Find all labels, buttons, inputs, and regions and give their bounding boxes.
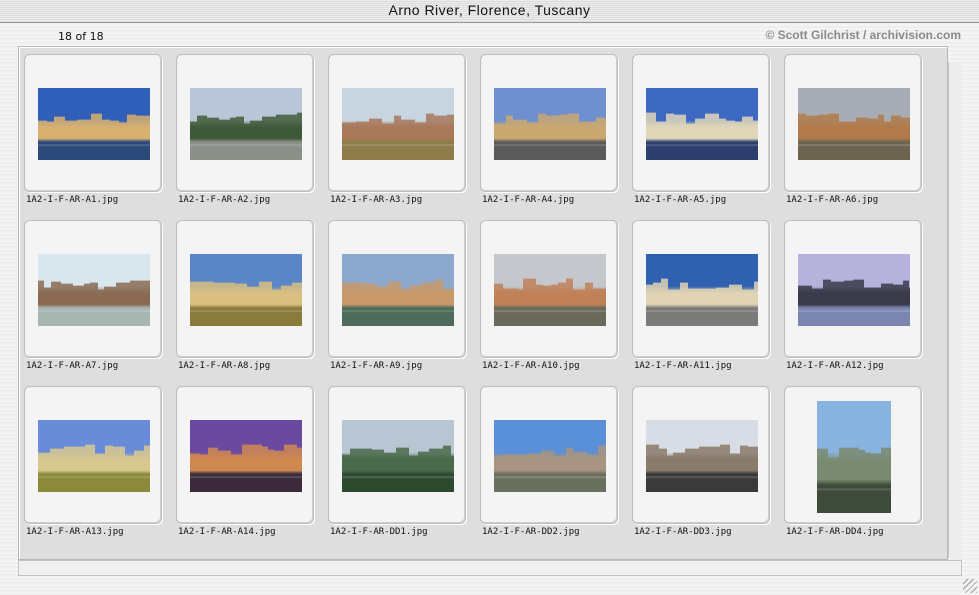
copyright-credit: © Scott Gilchrist / archivision.com [765,28,961,42]
photo-thumbnail[interactable] [494,254,606,326]
slide-mount[interactable] [784,220,922,358]
thumbnail-filename: 1A2-I-F-AR-DD2.jpg [482,527,580,537]
thumbnail-item[interactable]: 1A2-I-F-AR-A8.jpg [176,220,324,386]
thumbnail-filename: 1A2-I-F-AR-A8.jpg [178,361,271,371]
thumbnail-item[interactable]: 1A2-I-F-AR-A10.jpg [480,220,628,386]
photo-thumbnail[interactable] [190,420,302,492]
slide-mount[interactable] [176,220,314,358]
thumbnail-filename: 1A2-I-F-AR-A5.jpg [634,195,727,205]
slide-mount[interactable] [632,54,770,192]
slide-mount[interactable] [480,54,618,192]
slide-mount[interactable] [480,386,618,524]
slide-mount[interactable] [480,220,618,358]
photo-thumbnail[interactable] [190,254,302,326]
slide-mount[interactable] [176,386,314,524]
resize-grip-icon[interactable] [963,579,977,593]
slide-mount[interactable] [632,220,770,358]
gallery-header: 18 of 18 © Scott Gilchrist / archivision… [0,24,979,46]
photo-thumbnail[interactable] [342,420,454,492]
thumbnail-filename: 1A2-I-F-AR-A12.jpg [786,361,884,371]
slide-mount[interactable] [24,54,162,192]
photo-thumbnail[interactable] [798,254,910,326]
photo-thumbnail[interactable] [38,88,150,160]
photo-thumbnail[interactable] [646,88,758,160]
thumbnail-item[interactable]: 1A2-I-F-AR-A6.jpg [784,54,932,220]
thumbnail-item[interactable]: 1A2-I-F-AR-A2.jpg [176,54,324,220]
thumbnail-filename: 1A2-I-F-AR-A6.jpg [786,195,879,205]
image-count: 18 of 18 [58,30,104,43]
photo-thumbnail[interactable] [38,254,150,326]
thumbnail-filename: 1A2-I-F-AR-A11.jpg [634,361,732,371]
slide-mount[interactable] [24,386,162,524]
thumbnail-filename: 1A2-I-F-AR-A14.jpg [178,527,276,537]
thumbnail-filename: 1A2-I-F-AR-DD3.jpg [634,527,732,537]
slide-mount[interactable] [176,54,314,192]
slide-mount[interactable] [24,220,162,358]
slide-mount[interactable] [632,386,770,524]
slide-mount[interactable] [784,386,922,524]
thumbnail-item[interactable]: 1A2-I-F-AR-A12.jpg [784,220,932,386]
photo-thumbnail[interactable] [190,88,302,160]
photo-thumbnail[interactable] [798,88,910,160]
photo-thumbnail[interactable] [817,401,891,513]
thumbnail-filename: 1A2-I-F-AR-A9.jpg [330,361,423,371]
vertical-scrollbar[interactable] [948,62,961,558]
thumbnail-item[interactable]: 1A2-I-F-AR-DD3.jpg [632,386,780,552]
window-title: Arno River, Florence, Tuscany [388,2,591,18]
photo-thumbnail[interactable] [646,420,758,492]
thumbnail-filename: 1A2-I-F-AR-DD4.jpg [786,527,884,537]
thumbnail-item[interactable]: 1A2-I-F-AR-A14.jpg [176,386,324,552]
photo-thumbnail[interactable] [494,88,606,160]
title-bar[interactable]: Arno River, Florence, Tuscany [0,0,979,23]
thumbnail-item[interactable]: 1A2-I-F-AR-A5.jpg [632,54,780,220]
thumbnail-filename: 1A2-I-F-AR-A7.jpg [26,361,119,371]
slide-mount[interactable] [328,54,466,192]
slide-mount[interactable] [328,386,466,524]
thumbnail-filename: 1A2-I-F-AR-A3.jpg [330,195,423,205]
photo-thumbnail[interactable] [342,88,454,160]
thumbnail-item[interactable]: 1A2-I-F-AR-DD2.jpg [480,386,628,552]
browser-window: Arno River, Florence, Tuscany 18 of 18 ©… [0,0,979,595]
thumbnail-item[interactable]: 1A2-I-F-AR-A7.jpg [24,220,172,386]
thumbnail-item[interactable]: 1A2-I-F-AR-A13.jpg [24,386,172,552]
horizontal-scrollbar[interactable] [18,560,962,576]
thumbnail-item[interactable]: 1A2-I-F-AR-A9.jpg [328,220,476,386]
thumbnail-item[interactable]: 1A2-I-F-AR-DD4.jpg [784,386,932,552]
thumbnail-filename: 1A2-I-F-AR-DD1.jpg [330,527,428,537]
slide-mount[interactable] [784,54,922,192]
photo-thumbnail[interactable] [342,254,454,326]
slide-mount[interactable] [328,220,466,358]
thumbnail-filename: 1A2-I-F-AR-A10.jpg [482,361,580,371]
thumbnail-filename: 1A2-I-F-AR-A1.jpg [26,195,119,205]
photo-thumbnail[interactable] [494,420,606,492]
thumbnail-item[interactable]: 1A2-I-F-AR-A4.jpg [480,54,628,220]
thumbnail-filename: 1A2-I-F-AR-A13.jpg [26,527,124,537]
photo-thumbnail[interactable] [38,420,150,492]
thumbnail-item[interactable]: 1A2-I-F-AR-A11.jpg [632,220,780,386]
thumbnail-item[interactable]: 1A2-I-F-AR-A1.jpg [24,54,172,220]
thumbnail-item[interactable]: 1A2-I-F-AR-A3.jpg [328,54,476,220]
photo-thumbnail[interactable] [646,254,758,326]
thumbnail-item[interactable]: 1A2-I-F-AR-DD1.jpg [328,386,476,552]
thumbnail-filename: 1A2-I-F-AR-A2.jpg [178,195,271,205]
thumbnail-filename: 1A2-I-F-AR-A4.jpg [482,195,575,205]
